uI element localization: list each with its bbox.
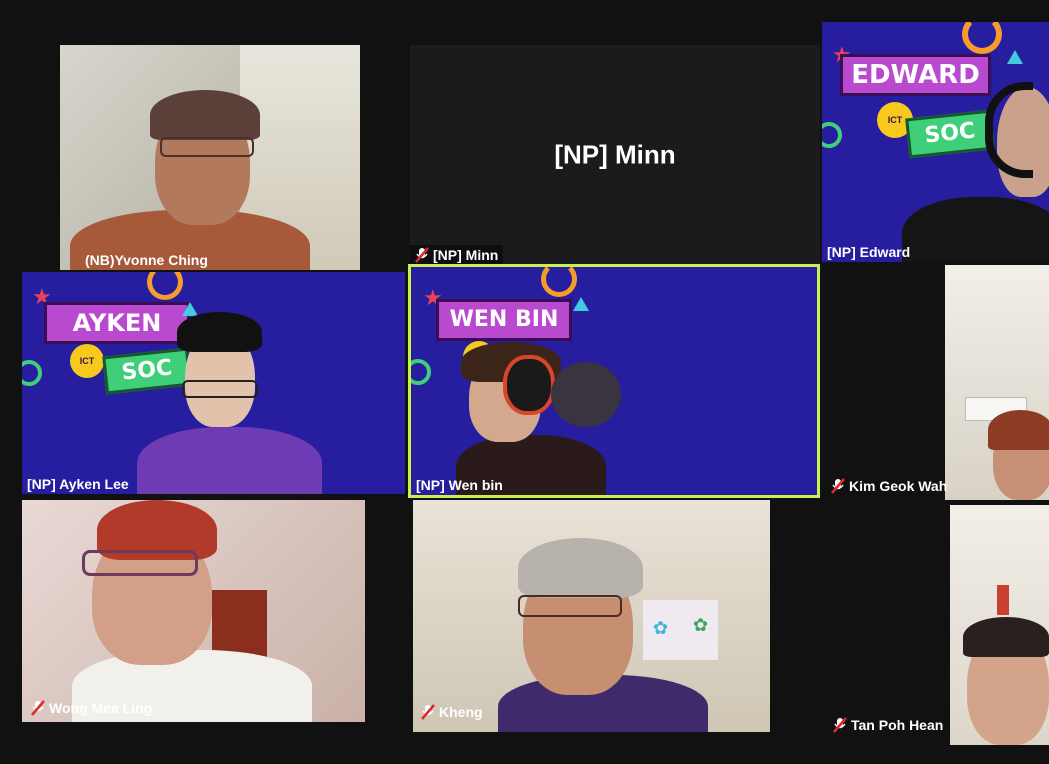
ring-deco-icon xyxy=(411,359,431,385)
video-tile-edward[interactable]: ★ EDWARD ICT SOC [NP] Edward xyxy=(822,22,1049,262)
video-tile-wenbin[interactable]: ★ WEN BIN ICT [NP] Wen bin xyxy=(408,264,820,498)
ict-badge: ICT xyxy=(70,344,104,378)
glasses-icon xyxy=(160,137,254,157)
hair xyxy=(518,538,643,598)
triangle-deco-icon xyxy=(182,302,198,316)
headphones-icon xyxy=(503,355,555,415)
headphones-icon xyxy=(985,82,1033,178)
display-name: [NP] Minn xyxy=(554,139,676,170)
muted-mic-icon xyxy=(421,704,435,720)
muted-mic-icon xyxy=(415,247,429,263)
wall-decoration xyxy=(997,585,1009,615)
muted-mic-icon xyxy=(31,700,45,716)
participant-body xyxy=(902,197,1049,262)
flower-icon: ✿ xyxy=(653,618,669,638)
video-tile-yvonne[interactable]: (NB)Yvonne Ching xyxy=(60,45,360,270)
video-tile-kimgeokwah[interactable]: Kim Geok Wah xyxy=(823,265,1049,500)
ring-deco-icon xyxy=(822,122,842,148)
name-banner: AYKEN xyxy=(44,302,190,344)
ring-deco-icon xyxy=(962,22,1002,54)
hair xyxy=(150,90,260,140)
flower-icon: ✿ xyxy=(693,615,709,635)
ring-deco-icon xyxy=(147,272,183,300)
ring-deco-icon xyxy=(22,360,42,386)
video-tile-wongmeeling[interactable]: Wong Mee Ling xyxy=(22,500,365,722)
soc-banner: SOC xyxy=(102,347,192,395)
participant-name: Tan Poh Hean xyxy=(828,715,948,735)
name-banner: WEN BIN xyxy=(436,299,572,341)
muted-mic-icon xyxy=(831,478,845,494)
participant-name: [NP] Minn xyxy=(410,245,504,265)
triangle-deco-icon xyxy=(573,297,589,311)
participant-name: [NP] Ayken Lee xyxy=(27,476,129,492)
video-tile-minn[interactable]: [NP] Minn [NP] Minn xyxy=(410,45,820,265)
video-tile-ayken[interactable]: ★ AYKEN ICT SOC [NP] Ayken Lee xyxy=(22,272,405,494)
name-banner: EDWARD xyxy=(840,54,991,96)
participant-name: (NB)Yvonne Ching xyxy=(85,252,208,268)
triangle-deco-icon xyxy=(1007,50,1023,64)
glasses-icon xyxy=(518,595,622,617)
participant-name: Kheng xyxy=(416,702,488,722)
hair xyxy=(177,312,262,352)
video-tile-kheng[interactable]: ✿ ✿ Kheng xyxy=(413,500,770,732)
hair-flowing xyxy=(551,362,621,427)
participant-body xyxy=(137,427,322,494)
glasses-icon xyxy=(182,380,258,398)
glasses-icon xyxy=(82,550,198,576)
participant-name: [NP] Edward xyxy=(827,244,911,260)
participant-name: Wong Mee Ling xyxy=(26,698,157,718)
participant-name: Kim Geok Wah xyxy=(826,476,952,496)
video-tile-tanpohhean[interactable]: Tan Poh Hean xyxy=(825,505,1049,745)
soc-banner: SOC xyxy=(905,109,995,159)
hair xyxy=(988,410,1049,450)
muted-mic-icon xyxy=(833,717,847,733)
participant-name: [NP] Wen bin xyxy=(416,477,503,493)
ring-deco-icon xyxy=(541,267,577,297)
hair xyxy=(963,617,1049,657)
